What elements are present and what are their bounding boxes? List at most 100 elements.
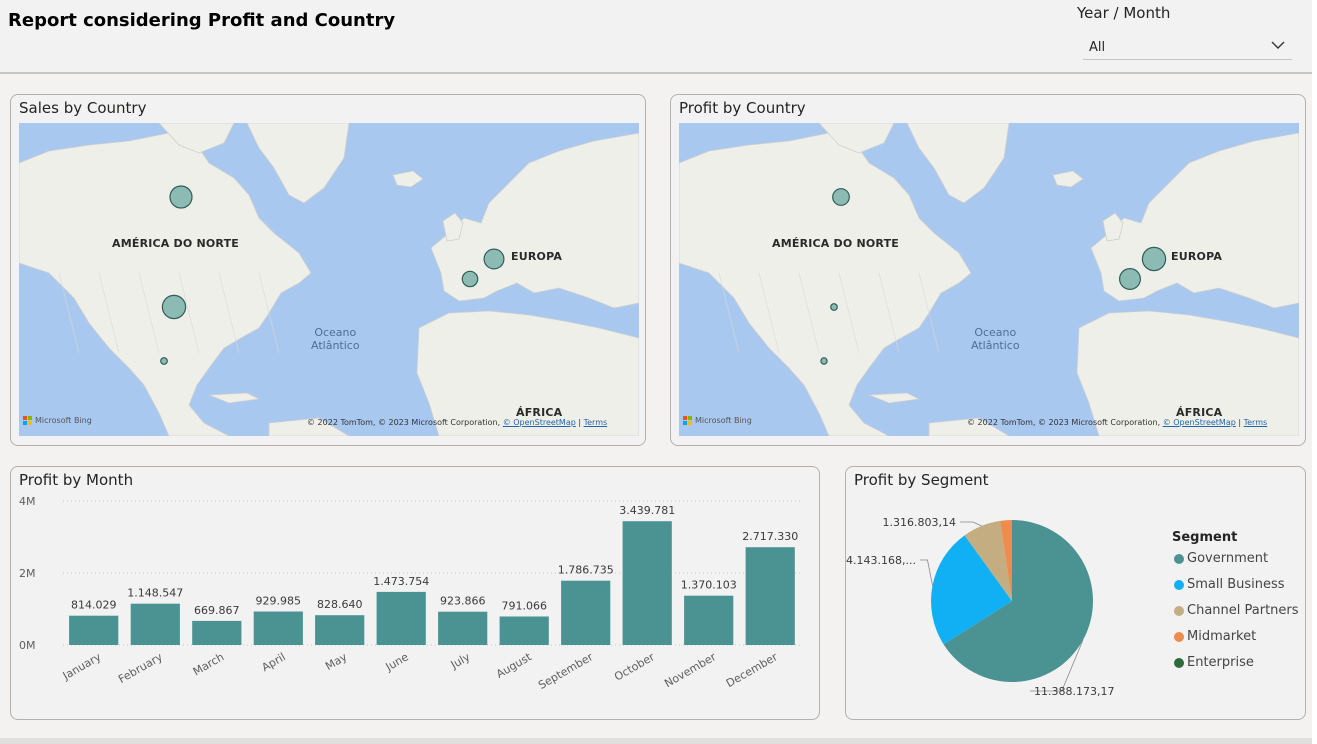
x-tick-label: March: [191, 650, 227, 678]
bar[interactable]: [684, 595, 734, 645]
data-label: 828.640: [317, 598, 363, 611]
legend-item: Small Business: [1174, 577, 1285, 592]
legend-label: Midmarket: [1187, 629, 1257, 644]
data-label: 1.370.103: [681, 579, 737, 592]
legend-title: Segment: [1172, 530, 1238, 545]
map-base[interactable]: [679, 123, 1299, 436]
terms-link[interactable]: Terms: [584, 418, 608, 427]
pie-chart[interactable]: 11.388.173,17 4.143.168,... 1.316.803,14: [846, 467, 1146, 717]
legend-item: Government: [1174, 551, 1268, 566]
map-bubble[interactable]: [169, 185, 193, 209]
legend-label: Enterprise: [1187, 655, 1254, 670]
bing-label: Microsoft Bing: [695, 416, 752, 425]
region-label: EUROPA: [511, 250, 563, 263]
map-bubble[interactable]: [1141, 246, 1167, 272]
bar[interactable]: [315, 615, 365, 645]
terms-link[interactable]: Terms: [1244, 418, 1268, 427]
data-label: 1.473.754: [373, 575, 429, 588]
year-month-slicer[interactable]: All: [1083, 33, 1292, 60]
x-tick-label: February: [116, 650, 165, 686]
card-title: Sales by Country: [19, 99, 147, 117]
data-label: 1.316.803,14: [883, 516, 956, 529]
data-label: 11.388.173,17: [1034, 685, 1114, 698]
logo-square: [23, 421, 27, 425]
legend-item: Midmarket: [1174, 629, 1256, 644]
bar-chart[interactable]: 0M 2M 4M 814.029 January 1.148.547 February 669…: [11, 467, 817, 717]
report-header: Report considering Profit and Country Ye…: [0, 0, 1312, 74]
ocean-label-line: Oceano: [314, 326, 357, 339]
map-base[interactable]: [19, 123, 639, 436]
bing-label: Microsoft Bing: [35, 416, 92, 425]
legend-item: Channel Partners: [1174, 603, 1299, 618]
map-copyright: © 2022 TomTom, © 2023 Microsoft Corporat…: [307, 418, 608, 427]
map-bubble[interactable]: [160, 357, 168, 365]
logo-square: [683, 416, 687, 420]
map-bubble[interactable]: [161, 294, 187, 320]
data-label: 923.866: [440, 595, 486, 608]
x-tick-label: June: [383, 650, 411, 674]
map-bubble[interactable]: [830, 303, 838, 311]
ocean-label: Oceano Atlântico: [971, 326, 1020, 352]
bar[interactable]: [192, 620, 242, 645]
legend-item: Enterprise: [1174, 655, 1254, 670]
copyright-text: © 2022 TomTom, © 2023 Microsoft Corporat…: [307, 418, 501, 427]
bing-attribution: Microsoft Bing: [23, 416, 92, 425]
map-bubble[interactable]: [1119, 268, 1142, 291]
bar[interactable]: [561, 580, 611, 645]
legend-label: Channel Partners: [1187, 603, 1299, 618]
x-tick-label: July: [448, 650, 473, 672]
legend-swatch: [1174, 657, 1184, 668]
bar[interactable]: [745, 547, 795, 645]
logo-square: [688, 421, 692, 425]
bar[interactable]: [130, 603, 180, 645]
map-bubble[interactable]: [483, 248, 505, 270]
card-title: Profit by Country: [679, 99, 806, 117]
map-visual[interactable]: AMÉRICA DO NORTE EUROPA ÁFRICA Oceano Atlânt…: [679, 123, 1299, 436]
leader-line: [920, 559, 933, 586]
x-tick-label: November: [662, 650, 718, 690]
page-bottom-edge: [0, 738, 1312, 744]
map-visual[interactable]: AMÉRICA DO NORTE EUROPA ÁFRICA Oceano Atlânt…: [19, 123, 639, 436]
data-label: 669.867: [194, 604, 240, 617]
y-tick-label: 0M: [19, 639, 36, 652]
ocean-label-line: Oceano: [974, 326, 1017, 339]
logo-square: [28, 421, 32, 425]
data-label: 2.717.330: [742, 530, 798, 543]
openstreetmap-link[interactable]: © OpenStreetMap: [503, 418, 576, 427]
profit-by-country-card[interactable]: Profit by Country AMÉRICA DO NORTE EUROPA…: [670, 94, 1306, 446]
y-tick-label: 4M: [19, 495, 36, 508]
ocean-label-line: Atlântico: [311, 339, 360, 352]
chevron-down-icon[interactable]: [1270, 38, 1286, 52]
report-canvas: Report considering Profit and Country Ye…: [0, 0, 1317, 744]
bar[interactable]: [499, 616, 549, 646]
x-tick-label: May: [323, 650, 350, 673]
sales-by-country-card[interactable]: Sales by Country AMÉRICA DO NORTE EUROPA Á…: [10, 94, 646, 446]
data-label: 791.066: [502, 600, 548, 613]
legend-label: Government: [1187, 551, 1269, 566]
profit-by-segment-card[interactable]: Profit by Segment 11.388.173,17 4.143.168…: [845, 466, 1306, 720]
legend-swatch: [1174, 605, 1184, 616]
bar[interactable]: [438, 611, 488, 645]
profit-by-month-card[interactable]: Profit by Month 0M 2M 4M 814.029 January 1.14…: [10, 466, 820, 720]
bar[interactable]: [622, 521, 672, 645]
map-bubble[interactable]: [461, 270, 479, 288]
ocean-label: Oceano Atlântico: [311, 326, 360, 352]
data-label: 1.148.547: [127, 587, 183, 600]
x-tick-label: October: [612, 650, 657, 684]
y-tick-label: 2M: [19, 567, 36, 580]
slicer-label: Year / Month: [1077, 4, 1171, 22]
x-tick-label: December: [724, 650, 780, 690]
map-bubble[interactable]: [832, 188, 850, 206]
x-tick-label: April: [260, 650, 288, 674]
openstreetmap-link[interactable]: © OpenStreetMap: [1163, 418, 1236, 427]
legend-label: Small Business: [1187, 577, 1285, 592]
data-label: 814.029: [71, 599, 117, 612]
bar[interactable]: [376, 591, 426, 645]
bar[interactable]: [69, 615, 119, 645]
logo-square: [23, 416, 27, 420]
data-label: 3.439.781: [619, 504, 675, 517]
bar[interactable]: [253, 611, 303, 646]
x-tick-label: January: [60, 650, 104, 683]
logo-square: [683, 421, 687, 425]
map-bubble[interactable]: [820, 357, 828, 365]
